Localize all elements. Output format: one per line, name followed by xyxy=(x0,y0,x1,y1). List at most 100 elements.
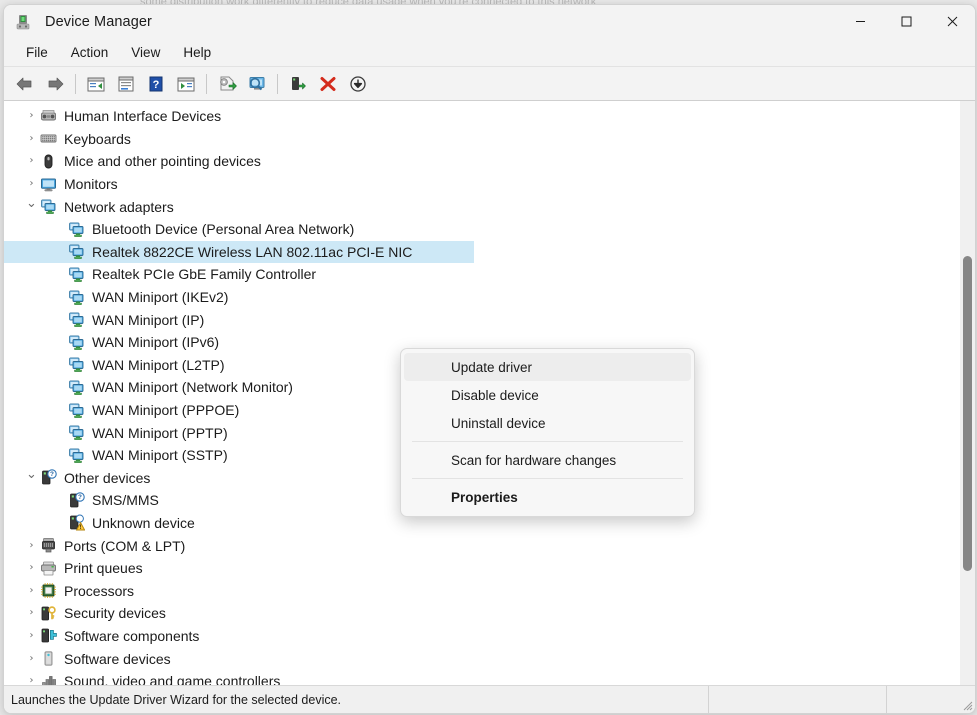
vertical-scrollbar-thumb[interactable] xyxy=(963,256,972,571)
security-icon xyxy=(40,605,57,622)
tree-item[interactable]: › Processors xyxy=(4,579,975,602)
show-hide-action-pane-icon[interactable] xyxy=(171,70,201,97)
enable-device-icon[interactable] xyxy=(283,70,313,97)
tree-item-label: SMS/MMS xyxy=(92,492,159,508)
chevron-right-icon[interactable]: › xyxy=(26,676,37,686)
chevron-right-icon[interactable]: › xyxy=(26,608,37,618)
tree-item[interactable]: ›Human Interface Devices xyxy=(4,105,975,128)
tree-item-label: Realtek 8822CE Wireless LAN 802.11ac PCI… xyxy=(92,244,412,260)
chevron-right-icon[interactable]: › xyxy=(26,631,37,641)
unknown-device-icon: ? xyxy=(68,492,85,509)
context-menu-item[interactable]: Uninstall device xyxy=(404,409,691,437)
keyboard-icon xyxy=(40,130,57,147)
tree-item-label: Bluetooth Device (Personal Area Network) xyxy=(92,221,354,237)
properties-icon[interactable] xyxy=(111,70,141,97)
chevron-right-icon[interactable]: › xyxy=(26,156,37,166)
toolbar: ? xyxy=(4,67,975,101)
menu-help[interactable]: Help xyxy=(173,42,221,63)
tree-item-label: Software devices xyxy=(64,651,171,667)
chevron-right-icon[interactable]: › xyxy=(26,586,37,596)
disable-device-icon[interactable] xyxy=(343,70,373,97)
tree-item[interactable]: ›Mice and other pointing devices xyxy=(4,150,975,173)
status-bar-pane-2 xyxy=(709,686,887,713)
software-component-icon xyxy=(40,627,57,644)
maximize-button[interactable] xyxy=(883,5,929,38)
tree-item-label: WAN Miniport (IKEv2) xyxy=(92,289,228,305)
menu-bar: File Action View Help xyxy=(4,39,975,67)
chevron-right-icon[interactable]: › xyxy=(26,179,37,189)
monitor-icon xyxy=(40,176,57,193)
network-icon xyxy=(68,447,85,464)
tree-item-label: Processors xyxy=(64,583,134,599)
chevron-down-icon[interactable]: ⌄ xyxy=(26,197,37,210)
chevron-down-icon[interactable]: ⌄ xyxy=(26,468,37,481)
chevron-right-icon[interactable]: › xyxy=(26,563,37,573)
tree-item-label: WAN Miniport (PPTP) xyxy=(92,425,228,441)
tree-item-label: Print queues xyxy=(64,560,143,576)
sound-icon xyxy=(40,673,57,686)
tree-item-label: WAN Miniport (IP) xyxy=(92,312,204,328)
back-icon[interactable] xyxy=(10,70,40,97)
status-bar: Launches the Update Driver Wizard for th… xyxy=(4,686,975,713)
warning-device-icon: ! xyxy=(68,514,85,531)
network-icon xyxy=(68,356,85,373)
context-menu-separator xyxy=(412,441,683,442)
device-tree-pane: ›Human Interface Devices›Keyboards›Mice … xyxy=(4,101,975,686)
help-icon[interactable]: ? xyxy=(141,70,171,97)
tree-item[interactable]: ⌄Network adapters xyxy=(4,195,975,218)
network-icon xyxy=(40,198,57,215)
tree-item[interactable]: Bluetooth Device (Personal Area Network) xyxy=(4,218,975,241)
menu-action[interactable]: Action xyxy=(61,42,119,63)
close-button[interactable] xyxy=(929,5,975,38)
show-hide-console-tree-icon[interactable] xyxy=(81,70,111,97)
context-menu-item[interactable]: Properties xyxy=(404,483,691,511)
tree-item-label: Unknown device xyxy=(92,515,195,531)
mouse-icon xyxy=(40,153,57,170)
status-bar-pane-3 xyxy=(887,686,975,713)
chevron-right-icon[interactable]: › xyxy=(26,541,37,551)
tree-item[interactable]: › Keyboards xyxy=(4,128,975,151)
context-menu-item[interactable]: Update driver xyxy=(404,353,691,381)
tree-item-label: Ports (COM & LPT) xyxy=(64,538,185,554)
chevron-right-icon[interactable]: › xyxy=(26,134,37,144)
tree-item[interactable]: ›Monitors xyxy=(4,173,975,196)
chevron-right-icon[interactable]: › xyxy=(26,111,37,121)
title-bar: Device Manager xyxy=(4,5,975,39)
toolbar-separator-1 xyxy=(75,74,76,94)
tree-item-label: Security devices xyxy=(64,605,166,621)
menu-file[interactable]: File xyxy=(16,42,58,63)
toolbar-separator-3 xyxy=(277,74,278,94)
tree-item[interactable]: › Print queues xyxy=(4,557,975,580)
vertical-scrollbar[interactable] xyxy=(960,101,975,685)
forward-icon[interactable] xyxy=(40,70,70,97)
tree-item[interactable]: Realtek 8822CE Wireless LAN 802.11ac PCI… xyxy=(4,241,474,264)
context-menu[interactable]: Update driverDisable deviceUninstall dev… xyxy=(400,348,695,517)
tree-item[interactable]: Realtek PCIe GbE Family Controller xyxy=(4,263,975,286)
device-manager-icon xyxy=(16,13,34,31)
tree-item-label: Other devices xyxy=(64,470,150,486)
status-bar-message: Launches the Update Driver Wizard for th… xyxy=(4,686,709,713)
tree-item[interactable]: › Security devices xyxy=(4,602,975,625)
tree-item-label: Sound, video and game controllers xyxy=(64,673,280,686)
tree-item-label: Keyboards xyxy=(64,131,131,147)
chevron-right-icon[interactable]: › xyxy=(26,654,37,664)
tree-item[interactable]: › Software devices xyxy=(4,647,975,670)
tree-item-label: WAN Miniport (Network Monitor) xyxy=(92,379,293,395)
uninstall-device-icon[interactable] xyxy=(313,70,343,97)
resize-grip-icon[interactable] xyxy=(963,701,973,711)
context-menu-item[interactable]: Disable device xyxy=(404,381,691,409)
scan-for-hardware-changes-icon[interactable] xyxy=(242,70,272,97)
tree-item[interactable]: WAN Miniport (IKEv2) xyxy=(4,286,975,309)
network-icon xyxy=(68,402,85,419)
context-menu-item[interactable]: Scan for hardware changes xyxy=(404,446,691,474)
tree-item[interactable]: ›Software components xyxy=(4,625,975,648)
window-title: Device Manager xyxy=(45,14,152,30)
software-device-icon xyxy=(40,650,57,667)
tree-item[interactable]: › Sound, video and game controllers xyxy=(4,670,975,686)
tree-item-label: WAN Miniport (IPv6) xyxy=(92,334,219,350)
menu-view[interactable]: View xyxy=(121,42,170,63)
update-driver-icon[interactable] xyxy=(212,70,242,97)
tree-item[interactable]: WAN Miniport (IP) xyxy=(4,308,975,331)
tree-item[interactable]: › Ports (COM & LPT) xyxy=(4,534,975,557)
minimize-button[interactable] xyxy=(837,5,883,38)
